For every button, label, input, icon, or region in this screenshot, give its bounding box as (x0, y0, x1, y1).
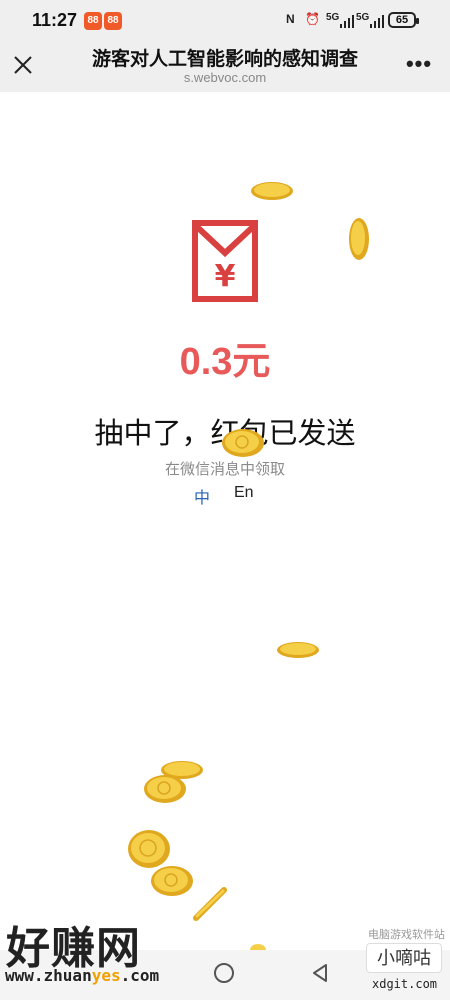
gold-coin-icon (151, 866, 193, 896)
claim-hint: 在微信消息中领取 (164, 461, 285, 478)
back-button[interactable] (310, 963, 330, 983)
signal-icon: 5G (326, 12, 340, 23)
prize-amount: 0.3元 (179, 341, 271, 383)
alarm-icon: ⏰ (305, 12, 320, 26)
page-url: s.webvoc.com (183, 70, 267, 85)
app-notification-icon: 88 (84, 12, 102, 30)
title-bar: 游客对人工智能影响的感知调查 s.webvoc.com ••• (0, 40, 450, 92)
watermark-caption: 电脑游戏软件站 (368, 929, 445, 941)
currency-symbol: ¥ (215, 259, 236, 294)
gold-coin-icon (144, 775, 186, 803)
gold-coin-icon (277, 642, 319, 658)
signal-bars-icon (340, 15, 354, 28)
watermark-url: www.zhuanyes.com (5, 966, 160, 985)
nfc-icon: N (286, 12, 295, 26)
red-envelope-icon: ¥ (192, 220, 258, 302)
language-chinese-link[interactable]: 中 (194, 484, 210, 508)
watermark-badge: 小嘀咕 (366, 943, 442, 973)
gold-coin-icon (251, 182, 293, 200)
gold-coin-icon (349, 218, 369, 260)
signal-bars-icon (370, 15, 384, 28)
home-button[interactable] (214, 963, 234, 983)
status-time: 11:27 (32, 10, 78, 30)
language-english-link[interactable]: En (234, 484, 254, 502)
status-bar: 11:27 88 88 N ⏰ 5G 5G 65 (0, 0, 450, 40)
battery-icon: 65 (388, 12, 419, 28)
gold-coin-icon (222, 429, 264, 457)
close-icon[interactable] (10, 52, 36, 78)
watermark-domain: xdgit.com (372, 977, 438, 991)
gold-coin-icon (193, 887, 227, 921)
more-options-button[interactable]: ••• (404, 50, 434, 78)
app-notification-icon: 88 (104, 12, 122, 30)
signal-icon: 5G (356, 12, 370, 23)
page-title: 游客对人工智能影响的感知调查 (91, 49, 358, 70)
